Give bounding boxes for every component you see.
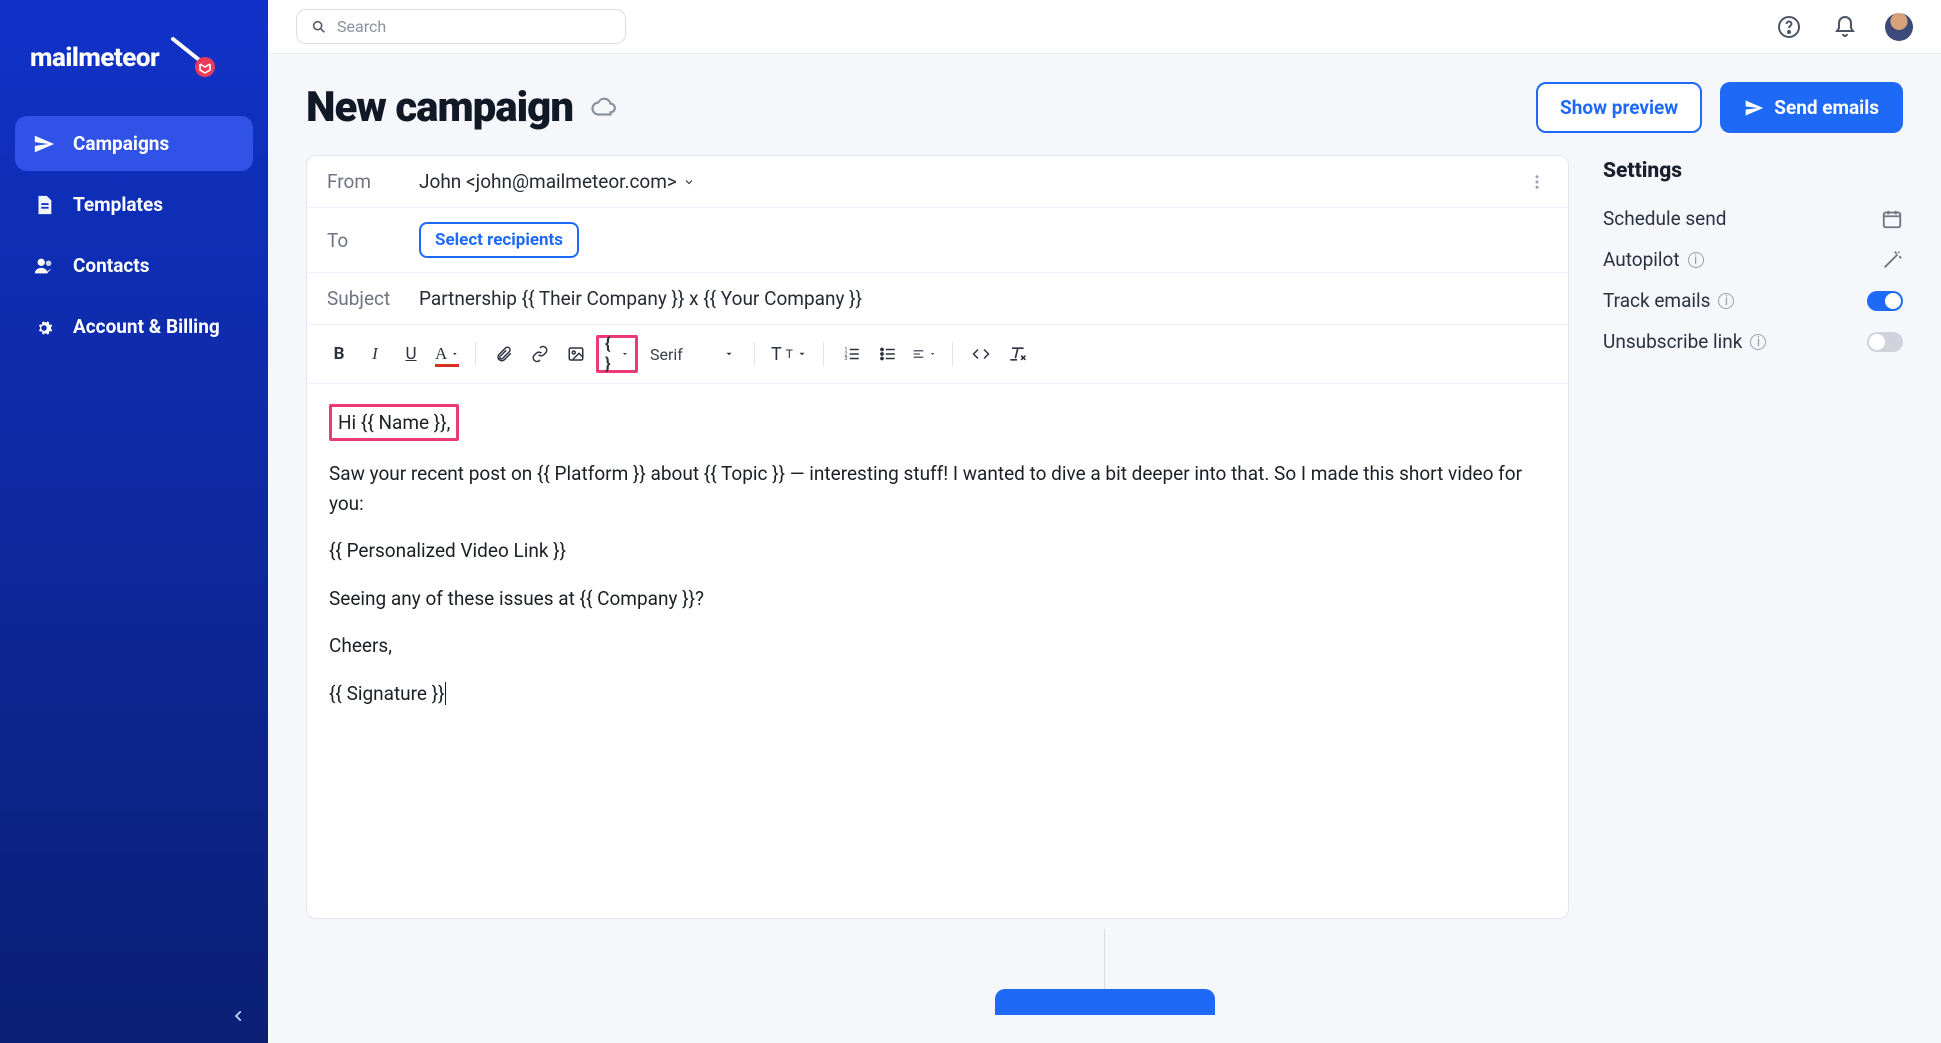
- cloud-sync-icon: [591, 95, 617, 121]
- topbar: [268, 0, 1941, 54]
- chevron-down-icon: [797, 349, 807, 359]
- logo[interactable]: mailmeteor: [15, 25, 253, 116]
- from-label: From: [327, 170, 399, 193]
- clear-formatting-button[interactable]: [1001, 338, 1033, 370]
- font-size-button[interactable]: TT: [767, 338, 811, 370]
- logo-text: mailmeteor: [30, 43, 159, 73]
- font-family-select[interactable]: Serif: [642, 338, 742, 370]
- button-label: Send emails: [1774, 96, 1879, 119]
- search-box[interactable]: [296, 9, 626, 44]
- user-avatar[interactable]: [1885, 13, 1913, 41]
- sidebar-item-campaigns[interactable]: Campaigns: [15, 116, 253, 171]
- settings-title: Settings: [1603, 159, 1903, 183]
- people-icon: [33, 255, 55, 277]
- setting-track: Track emails i: [1603, 289, 1903, 312]
- chevron-down-icon: [683, 176, 695, 188]
- unordered-list-button[interactable]: [872, 338, 904, 370]
- chevron-down-icon: [621, 349, 629, 359]
- from-value: John <john@mailmeteor.com>: [419, 170, 677, 193]
- compose-card: From John <john@mailmeteor.com> To Selec…: [306, 155, 1569, 919]
- meteor-icon: [169, 35, 215, 81]
- body-line: Saw your recent post on {{ Platform }} a…: [329, 459, 1546, 518]
- info-icon: i: [1750, 334, 1766, 350]
- show-preview-button[interactable]: Show preview: [1536, 82, 1702, 133]
- setting-schedule[interactable]: Schedule send: [1603, 207, 1903, 230]
- link-button[interactable]: [524, 338, 556, 370]
- help-icon[interactable]: [1773, 11, 1805, 43]
- gear-icon: [33, 317, 55, 339]
- body-line: {{ Personalized Video Link }}: [329, 536, 1546, 565]
- ordered-list-button[interactable]: 123: [836, 338, 868, 370]
- setting-label: Schedule send: [1603, 207, 1726, 230]
- search-icon: [311, 19, 327, 35]
- collapse-sidebar-button[interactable]: [226, 1003, 252, 1029]
- merge-tags-button[interactable]: { }: [601, 338, 633, 370]
- sidebar-item-account[interactable]: Account & Billing: [15, 299, 253, 356]
- bottom-action-bar[interactable]: [995, 989, 1215, 1015]
- send-icon: [1744, 98, 1764, 118]
- from-row: From John <john@mailmeteor.com>: [307, 156, 1568, 208]
- sidebar-item-label: Contacts: [73, 254, 150, 277]
- body-line: {{ Signature }}: [329, 682, 446, 705]
- page-header: New campaign Show preview Send emails: [306, 82, 1903, 133]
- page-title: New campaign: [306, 83, 573, 132]
- info-icon: i: [1688, 252, 1704, 268]
- main: New campaign Show preview Send emails Fr…: [268, 0, 1941, 1043]
- calendar-icon[interactable]: [1881, 208, 1903, 230]
- bell-icon[interactable]: [1829, 11, 1861, 43]
- sidebar-item-label: Templates: [73, 193, 163, 216]
- sidebar-item-templates[interactable]: Templates: [15, 177, 253, 232]
- body-line: Cheers,: [329, 631, 1546, 660]
- sidebar-item-label: Account & Billing: [73, 315, 220, 340]
- merge-tags-highlight: { }: [596, 335, 638, 373]
- greeting-highlight: Hi {{ Name }},: [329, 404, 459, 441]
- search-input[interactable]: [337, 17, 611, 36]
- setting-label: Unsubscribe link: [1603, 330, 1742, 353]
- body-line: Seeing any of these issues at {{ Company…: [329, 584, 1546, 613]
- chevron-down-icon: [724, 349, 734, 359]
- sidebar: mailmeteor Campaigns Templates Contacts …: [0, 0, 268, 1043]
- chevron-down-icon: [929, 349, 936, 359]
- nav: Campaigns Templates Contacts Account & B…: [15, 116, 253, 356]
- sidebar-item-label: Campaigns: [73, 132, 169, 155]
- unsubscribe-toggle[interactable]: [1867, 332, 1903, 352]
- editor-body[interactable]: Hi {{ Name }}, Saw your recent post on {…: [307, 384, 1568, 918]
- underline-button[interactable]: U: [395, 338, 427, 370]
- text-color-button[interactable]: A: [431, 338, 463, 370]
- sidebar-item-contacts[interactable]: Contacts: [15, 238, 253, 293]
- setting-label: Autopilot: [1603, 248, 1680, 271]
- button-label: Show preview: [1560, 96, 1678, 119]
- subject-label: Subject: [327, 287, 399, 310]
- setting-unsubscribe: Unsubscribe link i: [1603, 330, 1903, 353]
- track-emails-toggle[interactable]: [1867, 291, 1903, 311]
- image-button[interactable]: [560, 338, 592, 370]
- send-emails-button[interactable]: Send emails: [1720, 82, 1903, 133]
- editor-toolbar: B I U A { } Serif TT: [307, 325, 1568, 384]
- document-icon: [33, 194, 55, 216]
- align-button[interactable]: [908, 338, 940, 370]
- to-label: To: [327, 229, 399, 252]
- font-family-value: Serif: [650, 345, 720, 364]
- select-recipients-button[interactable]: Select recipients: [419, 222, 579, 258]
- bold-button[interactable]: B: [323, 338, 355, 370]
- italic-button[interactable]: I: [359, 338, 391, 370]
- subject-input[interactable]: [419, 287, 1548, 310]
- subject-row: Subject: [307, 273, 1568, 325]
- more-options-button[interactable]: [1524, 169, 1550, 195]
- setting-label: Track emails: [1603, 289, 1710, 312]
- to-row: To Select recipients: [307, 208, 1568, 273]
- settings-panel: Settings Schedule send Autopilot i Track …: [1603, 155, 1903, 919]
- send-icon: [33, 133, 55, 155]
- setting-autopilot[interactable]: Autopilot i: [1603, 248, 1903, 271]
- body-line: Hi {{ Name }},: [338, 411, 450, 434]
- info-icon: i: [1718, 293, 1734, 309]
- magic-wand-icon[interactable]: [1881, 249, 1903, 271]
- divider: [1104, 929, 1105, 989]
- content: New campaign Show preview Send emails Fr…: [268, 54, 1941, 1043]
- chevron-down-icon: [451, 349, 459, 359]
- from-select[interactable]: John <john@mailmeteor.com>: [419, 170, 695, 193]
- svg-text:3: 3: [844, 356, 847, 362]
- code-view-button[interactable]: [965, 338, 997, 370]
- attachment-button[interactable]: [488, 338, 520, 370]
